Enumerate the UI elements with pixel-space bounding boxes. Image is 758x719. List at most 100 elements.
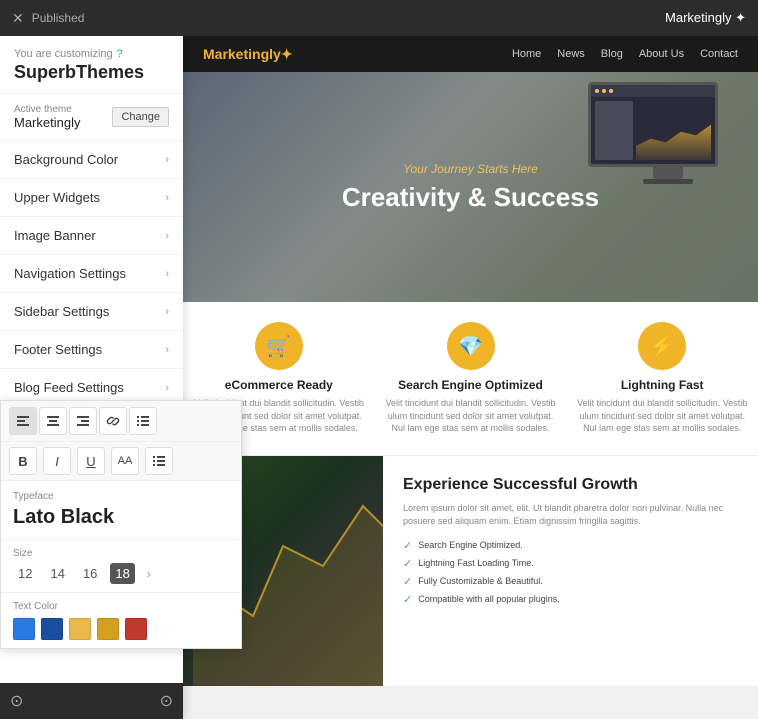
growth-text: Lorem ipsum dolor sit amet, elit. Ut bla… bbox=[403, 502, 738, 529]
chevron-right-icon: › bbox=[165, 192, 169, 204]
monitor-chart bbox=[636, 101, 711, 160]
growth-list: ✓ Search Engine Optimized. ✓ Lightning F… bbox=[403, 539, 738, 606]
admin-bar: ✕ Published Marketingly ✦ bbox=[0, 0, 758, 36]
preview-brand: Marketingly✦ bbox=[203, 46, 293, 63]
size-section: Size 12 14 16 18 › bbox=[1, 540, 241, 593]
link-button[interactable] bbox=[99, 407, 127, 435]
hero-subtitle: Your Journey Starts Here bbox=[403, 162, 538, 176]
feature-text-seo: Velit tincidunt dui blandit sollicitudin… bbox=[385, 397, 557, 435]
size-option-14[interactable]: 14 bbox=[45, 563, 69, 584]
bold-button[interactable]: B bbox=[9, 447, 37, 475]
monitor-base bbox=[643, 179, 693, 184]
chevron-right-icon: › bbox=[165, 230, 169, 242]
preview-nav-links: Home News Blog About Us Contact bbox=[512, 48, 738, 60]
check-icon: ✓ bbox=[403, 575, 412, 588]
monitor-content bbox=[591, 97, 715, 164]
typeface-value: Lato Black bbox=[13, 506, 229, 529]
typeface-label: Typeface bbox=[13, 491, 229, 502]
monitor-illustration bbox=[588, 82, 748, 192]
menu-item-sidebar[interactable]: Sidebar Settings › bbox=[0, 293, 183, 331]
monitor-sidebar bbox=[595, 101, 633, 160]
link-icon bbox=[106, 414, 120, 428]
typeface-section: Typeface Lato Black bbox=[1, 481, 241, 540]
chevron-right-icon: › bbox=[165, 154, 169, 166]
size-option-12[interactable]: 12 bbox=[13, 563, 37, 584]
color-swatch-red[interactable] bbox=[125, 618, 147, 640]
list-button[interactable] bbox=[129, 407, 157, 435]
monitor-dot bbox=[602, 89, 606, 93]
check-icon: ✓ bbox=[403, 539, 412, 552]
align-center-button[interactable] bbox=[39, 407, 67, 435]
chevron-right-icon: › bbox=[165, 344, 169, 356]
active-theme-info: Active theme Marketingly bbox=[14, 104, 80, 130]
menu-item-background-color[interactable]: Background Color › bbox=[0, 141, 183, 179]
list-style-button[interactable] bbox=[145, 447, 173, 475]
check-icon: ✓ bbox=[403, 557, 412, 570]
size-option-18[interactable]: 18 bbox=[110, 563, 134, 584]
bottom-right-icon[interactable]: ⊙ bbox=[160, 691, 173, 711]
bottom-left-icon[interactable]: ⊙ bbox=[10, 691, 23, 711]
align-left-button[interactable] bbox=[9, 407, 37, 435]
chart-line bbox=[636, 125, 711, 160]
nav-link-news[interactable]: News bbox=[557, 48, 585, 60]
color-swatch-gold[interactable] bbox=[69, 618, 91, 640]
monitor-stand bbox=[653, 167, 683, 179]
customizer-header: You are customizing ? SuperbThemes bbox=[0, 36, 183, 94]
hero-title: Creativity & Success bbox=[342, 182, 599, 213]
nav-link-about[interactable]: About Us bbox=[639, 48, 684, 60]
monitor-dot bbox=[609, 89, 613, 93]
nav-link-home[interactable]: Home bbox=[512, 48, 541, 60]
nav-link-contact[interactable]: Contact bbox=[700, 48, 738, 60]
feature-title-seo: Search Engine Optimized bbox=[385, 378, 557, 392]
italic-button[interactable]: I bbox=[43, 447, 71, 475]
alignment-toolbar bbox=[1, 401, 241, 442]
menu-item-upper-widgets[interactable]: Upper Widgets › bbox=[0, 179, 183, 217]
growth-list-item-4: ✓ Compatible with all popular plugins. bbox=[403, 593, 738, 606]
customizing-label: You are customizing ? bbox=[14, 48, 169, 60]
monitor-screen bbox=[588, 82, 718, 167]
chevron-right-icon: › bbox=[165, 382, 169, 394]
color-swatch-amber[interactable] bbox=[97, 618, 119, 640]
features-section: 🛒 eCommerce Ready Velit tincidunt dui bl… bbox=[183, 302, 758, 456]
info-icon[interactable]: ? bbox=[117, 48, 123, 60]
feature-title-ecommerce: eCommerce Ready bbox=[193, 378, 365, 392]
align-right-button[interactable] bbox=[69, 407, 97, 435]
menu-item-image-banner[interactable]: Image Banner › bbox=[0, 217, 183, 255]
text-color-label: Text Color bbox=[13, 601, 229, 612]
feature-icon-fast: ⚡ bbox=[638, 322, 686, 370]
format-toolbar: B I U AA bbox=[1, 442, 241, 481]
size-label: Size bbox=[13, 548, 229, 559]
preview-navbar: Marketingly✦ Home News Blog About Us Con… bbox=[183, 36, 758, 72]
bottom-toolbar: ⊙ ⊙ bbox=[0, 683, 183, 719]
feature-icon-ecommerce: 🛒 bbox=[255, 322, 303, 370]
hero-section: Your Journey Starts Here Creativity & Su… bbox=[183, 72, 758, 302]
font-size-button[interactable]: AA bbox=[111, 447, 139, 475]
color-swatch-dark-blue[interactable] bbox=[41, 618, 63, 640]
brand-title: Marketingly ✦ bbox=[665, 10, 746, 26]
menu-item-footer[interactable]: Footer Settings › bbox=[0, 331, 183, 369]
growth-list-item-2: ✓ Lightning Fast Loading Time. bbox=[403, 557, 738, 570]
size-options: 12 14 16 18 › bbox=[13, 563, 229, 584]
chevron-right-icon: › bbox=[165, 306, 169, 318]
close-icon[interactable]: ✕ bbox=[12, 10, 24, 27]
size-nav-right[interactable]: › bbox=[147, 567, 151, 581]
monitor-dot bbox=[595, 89, 599, 93]
list-style-icon bbox=[152, 454, 166, 468]
growth-title: Experience Successful Growth bbox=[403, 476, 738, 494]
feature-text-fast: Velit tincidunt dui blandit sollicitudin… bbox=[576, 397, 748, 435]
size-option-16[interactable]: 16 bbox=[78, 563, 102, 584]
growth-content: Experience Successful Growth Lorem ipsum… bbox=[383, 456, 758, 686]
preview-area: Marketingly✦ Home News Blog About Us Con… bbox=[183, 36, 758, 719]
color-swatches bbox=[13, 618, 229, 640]
menu-item-navigation[interactable]: Navigation Settings › bbox=[0, 255, 183, 293]
underline-button[interactable]: U bbox=[77, 447, 105, 475]
feature-seo: 💎 Search Engine Optimized Velit tincidun… bbox=[375, 322, 567, 435]
nav-link-blog[interactable]: Blog bbox=[601, 48, 623, 60]
published-status: Published bbox=[32, 11, 85, 25]
color-section: Text Color bbox=[1, 593, 241, 648]
list-icon bbox=[136, 414, 150, 428]
feature-icon-seo: 💎 bbox=[447, 322, 495, 370]
change-theme-button[interactable]: Change bbox=[112, 107, 169, 127]
color-swatch-blue[interactable] bbox=[13, 618, 35, 640]
active-theme-name: Marketingly bbox=[14, 115, 80, 130]
